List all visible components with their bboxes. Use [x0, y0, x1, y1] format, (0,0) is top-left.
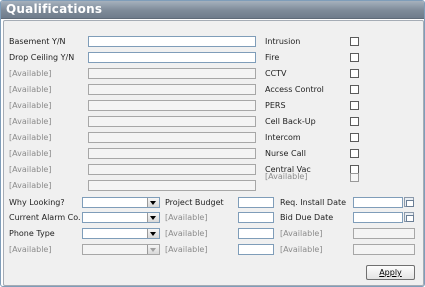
nurse-call-checkbox[interactable]	[350, 149, 359, 158]
qualifications-window: Qualifications Basement Y/N Drop Ceiling…	[0, 0, 425, 287]
checkbox-label-nurse-call: Nurse Call	[265, 149, 306, 158]
apply-button[interactable]: Apply	[366, 265, 415, 280]
cctv-checkbox[interactable]	[350, 69, 359, 78]
field-label-available-1: [Available]	[9, 69, 52, 78]
intrusion-checkbox[interactable]	[350, 37, 359, 46]
chevron-down-icon[interactable]	[147, 229, 159, 238]
available-input-4	[88, 116, 256, 127]
chevron-down-icon	[147, 245, 159, 254]
available-dropdown	[82, 244, 160, 255]
pers-checkbox[interactable]	[350, 101, 359, 110]
checkbox-label-cctv: CCTV	[265, 69, 287, 78]
cell-backup-checkbox[interactable]	[350, 117, 359, 126]
window-title: Qualifications	[6, 2, 103, 16]
mid-available-input-1[interactable]	[238, 212, 274, 223]
calendar-icon[interactable]	[404, 197, 414, 207]
field-label-available-7: [Available]	[9, 165, 52, 174]
field-label-project-budget: Project Budget	[165, 198, 224, 207]
drop-ceiling-input[interactable]	[88, 52, 256, 63]
available-input-3	[88, 100, 256, 111]
field-label-available-4: [Available]	[9, 117, 52, 126]
title-bar: Qualifications	[1, 1, 424, 19]
checkbox-label-access-control: Access Control	[265, 85, 324, 94]
available-input-5	[88, 132, 256, 143]
mid-available-input-3[interactable]	[238, 244, 274, 255]
why-looking-dropdown[interactable]	[82, 197, 160, 208]
project-budget-input[interactable]	[238, 197, 274, 208]
field-label-mid-available-1: [Available]	[165, 213, 208, 222]
available-checkbox	[350, 173, 359, 182]
field-label-available-8: [Available]	[9, 181, 52, 190]
field-label-mid-available-3: [Available]	[165, 245, 208, 254]
field-label-available-6: [Available]	[9, 149, 52, 158]
combo-label-available: [Available]	[9, 245, 52, 254]
field-label-mid-available-2: [Available]	[165, 229, 208, 238]
checkbox-label-pers: PERS	[265, 101, 286, 110]
date-available-input-2	[353, 244, 415, 255]
checkbox-label-available: [Available]	[265, 172, 308, 181]
fire-checkbox[interactable]	[350, 53, 359, 62]
field-label-available-2: [Available]	[9, 85, 52, 94]
apply-button-label: Apply	[379, 268, 402, 277]
field-label-drop-ceiling: Drop Ceiling Y/N	[9, 53, 75, 62]
chevron-down-icon[interactable]	[147, 198, 159, 207]
field-label-basement: Basement Y/N	[9, 37, 66, 46]
combo-label-current-alarm-co: Current Alarm Co.	[9, 213, 81, 222]
available-input-1	[88, 68, 256, 79]
field-label-req-install-date: Req. Install Date	[280, 198, 347, 207]
available-input-6	[88, 148, 256, 159]
available-input-7	[88, 164, 256, 175]
access-control-checkbox[interactable]	[350, 85, 359, 94]
field-label-date-available-2: [Available]	[280, 245, 323, 254]
combo-label-phone-type: Phone Type	[9, 229, 55, 238]
bid-due-date-input[interactable]	[353, 212, 403, 223]
checkbox-label-cell-backup: Cell Back-Up	[265, 117, 316, 126]
checkbox-label-intercom: Intercom	[265, 133, 301, 142]
combo-label-why-looking: Why Looking?	[9, 198, 65, 207]
calendar-icon[interactable]	[404, 212, 414, 222]
field-label-available-3: [Available]	[9, 101, 52, 110]
field-label-date-available-1: [Available]	[280, 229, 323, 238]
field-label-bid-due-date: Bid Due Date	[280, 213, 334, 222]
current-alarm-co-dropdown[interactable]	[82, 212, 160, 223]
req-install-date-input[interactable]	[353, 197, 403, 208]
chevron-down-icon[interactable]	[147, 213, 159, 222]
available-input-8	[88, 180, 256, 191]
phone-type-dropdown[interactable]	[82, 228, 160, 239]
intercom-checkbox[interactable]	[350, 133, 359, 142]
date-available-input-1	[353, 228, 415, 239]
basement-input[interactable]	[88, 36, 256, 47]
field-label-available-5: [Available]	[9, 133, 52, 142]
mid-available-input-2[interactable]	[238, 228, 274, 239]
checkbox-label-fire: Fire	[265, 53, 280, 62]
available-input-2	[88, 84, 256, 95]
checkbox-label-intrusion: Intrusion	[265, 37, 301, 46]
